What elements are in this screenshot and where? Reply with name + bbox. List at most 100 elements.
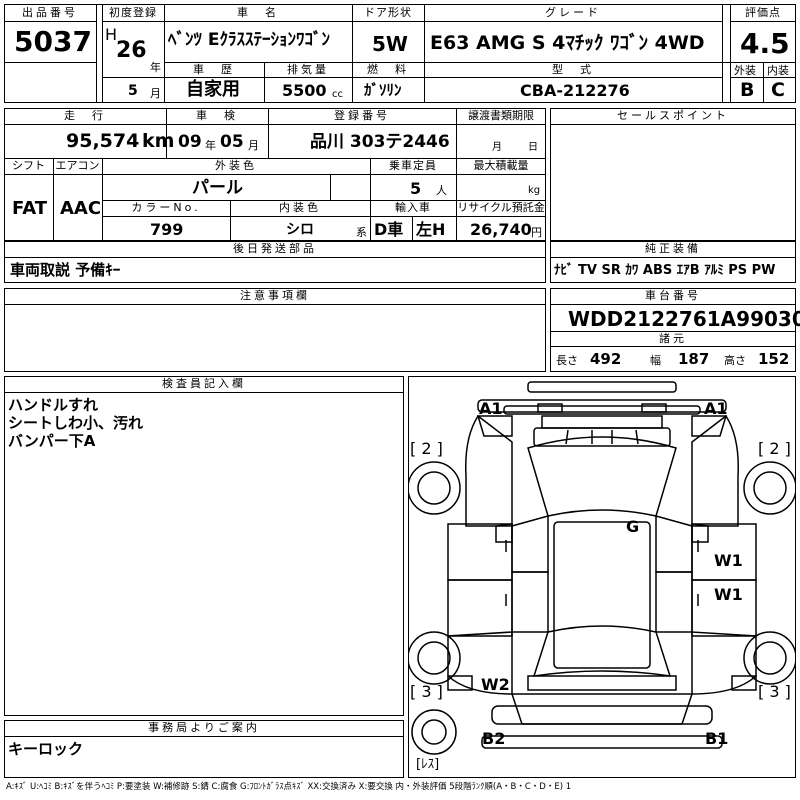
- divider: [412, 216, 413, 241]
- grade-label: グレード: [545, 6, 601, 19]
- model-code: CBA-212276: [520, 81, 630, 100]
- office-note: キーロック: [8, 740, 84, 758]
- lot-number: 5037: [14, 25, 92, 58]
- damage-mark-w1-upper: W1: [714, 551, 743, 570]
- tire-bracket-front-left: [ 2 ]: [410, 439, 443, 458]
- transfer-month-unit: 月: [492, 142, 502, 153]
- divider: [550, 346, 796, 347]
- divider: [550, 257, 796, 258]
- mileage-unit: km: [142, 130, 175, 152]
- width: 187: [678, 350, 710, 368]
- divider: [4, 257, 546, 258]
- car-name: ﾍﾞﾝﾂ Eｸﾗｽｽﾃｰｼｮﾝﾜｺﾞﾝ: [168, 30, 331, 50]
- chassis-number: WDD2122761A990302: [568, 307, 800, 331]
- history-label: 車 歴: [193, 63, 235, 76]
- import-label: 輸入車: [395, 201, 431, 214]
- model-code-label: 型 式: [552, 63, 594, 76]
- divider: [96, 4, 97, 103]
- divider: [722, 4, 723, 103]
- divider: [102, 216, 546, 217]
- interior-label: 内装: [767, 64, 789, 77]
- inspector-note: シートしわ小、汚れ: [8, 414, 144, 432]
- door-type: 5W: [372, 32, 408, 56]
- divider: [164, 77, 722, 78]
- inspector-label: 検査員記入欄: [162, 377, 246, 390]
- divider: [4, 174, 546, 175]
- divider: [4, 304, 546, 305]
- reg-year: 26: [116, 38, 147, 63]
- tire-bracket-front-right: [ 2 ]: [758, 439, 791, 458]
- transfer-day-unit: 日: [528, 142, 538, 153]
- tire-bracket-rear-left: [ 3 ]: [410, 682, 443, 701]
- capacity-unit: 人: [436, 184, 447, 197]
- fuel-label: 燃 料: [367, 63, 409, 76]
- chassis-label: 車台番号: [645, 289, 701, 302]
- recycle-fee: 26,740: [470, 220, 532, 239]
- divider: [550, 304, 796, 305]
- reg-month: 5: [128, 83, 138, 99]
- length: 492: [590, 350, 622, 368]
- capacity: 5: [410, 179, 422, 198]
- air-conditioner: AAC: [60, 198, 102, 219]
- damage-mark-b1: B1: [705, 729, 729, 748]
- divider: [330, 174, 331, 200]
- color-no: 799: [150, 220, 184, 239]
- divider: [4, 124, 546, 125]
- displacement-unit: cc: [332, 89, 343, 100]
- damage-mark-g: G: [626, 517, 640, 536]
- displacement-label: 排気量: [287, 63, 329, 76]
- spare-tire-bracket: [ﾚｽ]: [416, 757, 440, 772]
- sales-point-block: [550, 108, 796, 241]
- damage-mark-w2: W2: [481, 675, 510, 694]
- damage-mark-a1-left: A1: [479, 399, 503, 418]
- length-label: 長さ: [556, 354, 578, 367]
- recycle-unit: 円: [531, 226, 542, 239]
- divider: [4, 736, 404, 737]
- caution-label: 注意事項欄: [240, 289, 310, 302]
- score-label: 評価点: [745, 6, 781, 19]
- ac-label: エアコン: [55, 159, 100, 172]
- inspection-month-unit: 月: [248, 139, 259, 152]
- damage-mark-b2: B2: [482, 729, 506, 748]
- exterior-label: 外装: [734, 64, 756, 77]
- specs-label: 諸元: [659, 332, 687, 345]
- inspector-note: バンパー下A: [8, 432, 96, 450]
- mileage: 95,574: [66, 130, 140, 152]
- shift: FAT: [12, 198, 48, 219]
- capacity-label: 乗車定員: [389, 159, 437, 172]
- ext-color-label: 外装色: [215, 159, 257, 172]
- later-parts: 車両取説 予備ｷｰ: [10, 261, 121, 279]
- max-load-unit: kg: [528, 185, 541, 196]
- inspector-note: ハンドルすれ: [8, 396, 99, 414]
- plate-label: 登録番号: [334, 109, 390, 122]
- divider: [102, 77, 164, 78]
- grade: E63 AMG S 4ﾏﾁｯｸ ﾜｺﾞﾝ 4WD: [430, 32, 705, 54]
- displacement: 5500: [282, 81, 327, 100]
- height: 152: [758, 350, 790, 368]
- divider: [4, 62, 96, 63]
- divider: [102, 21, 164, 22]
- import-d: D車: [374, 220, 404, 239]
- int-color: シロ: [286, 222, 314, 238]
- inspection-year: 09: [178, 132, 202, 152]
- divider: [763, 62, 764, 103]
- mileage-label: 走 行: [64, 109, 106, 122]
- recycle-label: リサイクル預託金: [457, 201, 545, 214]
- int-color-unit: 系: [356, 226, 367, 239]
- width-label: 幅: [650, 354, 661, 367]
- inspection-year-unit: 年: [205, 139, 216, 152]
- tire-bracket-rear-right: [ 3 ]: [758, 682, 791, 701]
- divider: [550, 124, 796, 125]
- divider: [456, 108, 457, 241]
- sales-point-label: セールスポイント: [617, 109, 729, 122]
- height-label: 高さ: [724, 354, 746, 367]
- door-label: ドア形状: [364, 6, 412, 19]
- history: 自家用: [186, 79, 240, 100]
- divider: [730, 21, 796, 22]
- inspection-month: 05: [220, 132, 244, 152]
- damage-mark-a1-right: A1: [704, 399, 728, 418]
- genuine-equipment: ﾅﾋﾞ TV SR ｶﾜ ABS ｴｱB ｱﾙﾐ PS PW: [554, 263, 776, 278]
- first-reg-label: 初度登録: [109, 6, 157, 19]
- divider: [4, 21, 96, 22]
- max-load-label: 最大積載量: [473, 159, 529, 172]
